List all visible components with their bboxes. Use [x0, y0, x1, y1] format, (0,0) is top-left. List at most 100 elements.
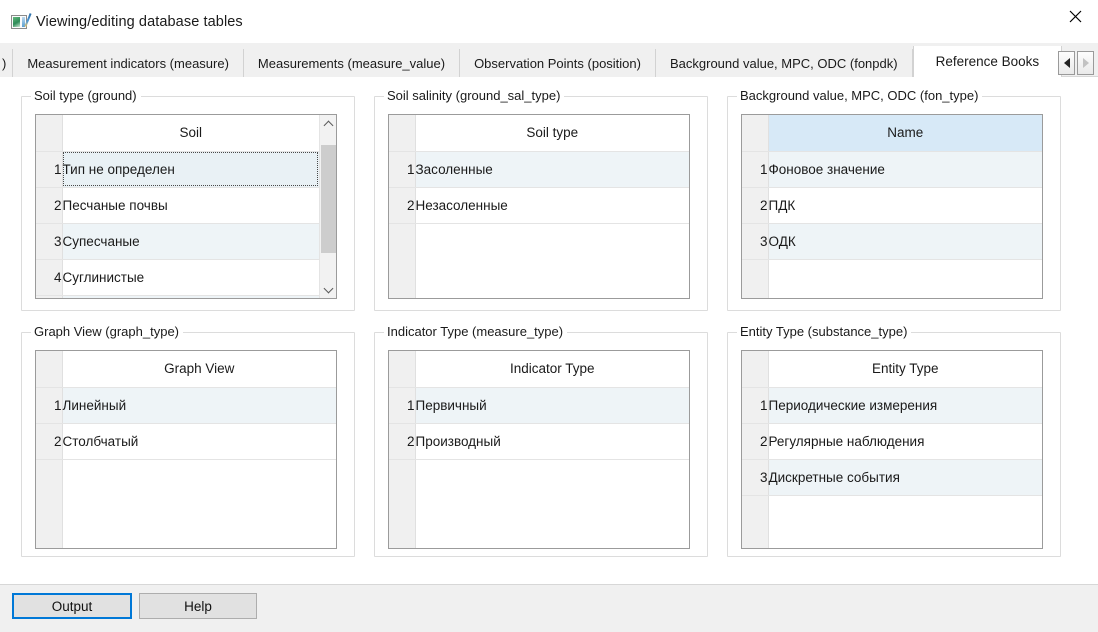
- panel-title: Soil salinity (ground_sal_type): [384, 88, 565, 103]
- panel-fon_type: Background value, MPC, ODC (fon_type) Nam…: [718, 83, 1070, 319]
- table-cell[interactable]: Первичный: [415, 387, 689, 424]
- table-corner-header[interactable]: [36, 115, 63, 152]
- table-cell[interactable]: Регулярные наблюдения: [768, 423, 1042, 460]
- scrollbar-thumb[interactable]: [320, 145, 336, 253]
- window-titlebar: Viewing/editing database tables: [0, 0, 1098, 44]
- table-row[interactable]: [36, 295, 319, 298]
- column-header[interactable]: Indicator Type: [415, 351, 689, 388]
- row-number[interactable]: 2: [36, 423, 63, 460]
- row-number[interactable]: [36, 295, 63, 298]
- row-number[interactable]: 2: [742, 187, 769, 224]
- table-measure_type[interactable]: Indicator Type 1 Первичный 2 Производный: [388, 350, 690, 549]
- table-corner-header[interactable]: [389, 351, 416, 388]
- column-header[interactable]: Graph View: [62, 351, 336, 388]
- window-title: Viewing/editing database tables: [36, 13, 243, 30]
- row-number[interactable]: 1: [36, 387, 63, 424]
- row-number[interactable]: 1: [389, 387, 416, 424]
- close-button[interactable]: [1052, 0, 1098, 32]
- table-row[interactable]: 2 Регулярные наблюдения: [742, 423, 1042, 460]
- tab-scroll-left-button[interactable]: [1058, 51, 1075, 75]
- table-cell[interactable]: Тип не определен: [62, 151, 319, 188]
- table-header-row: Entity Type: [742, 351, 1042, 388]
- row-number[interactable]: 2: [389, 187, 416, 224]
- table-corner-header[interactable]: [742, 115, 769, 152]
- table-row[interactable]: 1 Первичный: [389, 387, 689, 424]
- table-corner-header[interactable]: [36, 351, 63, 388]
- table-cell-empty: [62, 459, 336, 548]
- row-number[interactable]: 1: [742, 387, 769, 424]
- table-cell-empty: [415, 223, 689, 298]
- table-row[interactable]: 3 Дискретные события: [742, 459, 1042, 496]
- column-header[interactable]: Name: [768, 115, 1042, 152]
- table-row[interactable]: 1 Тип не определен: [36, 151, 319, 188]
- table-cell[interactable]: Незасоленные: [415, 187, 689, 224]
- row-number[interactable]: 3: [742, 459, 769, 496]
- table-row[interactable]: 1 Периодические измерения: [742, 387, 1042, 424]
- table-cell[interactable]: ПДК: [768, 187, 1042, 224]
- row-number[interactable]: 1: [389, 151, 416, 188]
- row-number[interactable]: 3: [742, 223, 769, 260]
- scroll-down-button[interactable]: [320, 281, 337, 298]
- help-button[interactable]: Help: [139, 593, 257, 619]
- table-row[interactable]: 2 Столбчатый: [36, 423, 336, 460]
- table-header-row: Name: [742, 115, 1042, 152]
- table-ground[interactable]: Soil 1 Тип не определен 2 Песчаные почвы 3 Суп…: [35, 114, 337, 299]
- table-cell[interactable]: Линейный: [62, 387, 336, 424]
- table-row[interactable]: 2 Песчаные почвы: [36, 187, 319, 224]
- table-cell[interactable]: Дискретные события: [768, 459, 1042, 496]
- panel-ground_sal_type: Soil salinity (ground_sal_type) Soil type…: [365, 83, 717, 319]
- row-number[interactable]: 2: [36, 187, 63, 224]
- table-corner-header[interactable]: [742, 351, 769, 388]
- table-cell[interactable]: ОДК: [768, 223, 1042, 260]
- tab-reference-books[interactable]: Reference Books: [912, 46, 1063, 77]
- tab-measurements-measure-value[interactable]: Measurements (measure_value): [243, 49, 461, 77]
- row-number[interactable]: 1: [742, 151, 769, 188]
- row-number[interactable]: 2: [742, 423, 769, 460]
- table-header-row: Soil: [36, 115, 319, 152]
- column-header[interactable]: Soil type: [415, 115, 689, 152]
- row-number[interactable]: 2: [389, 423, 416, 460]
- table-row[interactable]: 1 Фоновое значение: [742, 151, 1042, 188]
- column-header[interactable]: Entity Type: [768, 351, 1042, 388]
- table-row[interactable]: 1 Засоленные: [389, 151, 689, 188]
- table-empty-row: [742, 495, 1042, 548]
- table-cell[interactable]: Супесчаные: [62, 223, 319, 260]
- table-cell[interactable]: Производный: [415, 423, 689, 460]
- chevron-right-icon: [1082, 58, 1089, 68]
- tab-measurement-indicators-measure[interactable]: Measurement indicators (measure): [13, 49, 244, 77]
- column-header[interactable]: Soil: [62, 115, 319, 152]
- row-number[interactable]: 4: [36, 259, 63, 296]
- table-graph_type[interactable]: Graph View 1 Линейный 2 Столбчатый: [35, 350, 337, 549]
- tab-scroll-right-button[interactable]: [1077, 51, 1094, 75]
- table-row[interactable]: 4 Суглинистые: [36, 259, 319, 296]
- table-row[interactable]: 1 Линейный: [36, 387, 336, 424]
- table-substance_type[interactable]: Entity Type 1 Периодические измерения 2 Регу…: [741, 350, 1043, 549]
- table-row[interactable]: 2 Незасоленные: [389, 187, 689, 224]
- vertical-scrollbar[interactable]: [319, 115, 336, 298]
- table-cell[interactable]: Периодические измерения: [768, 387, 1042, 424]
- table-row[interactable]: 2 ПДК: [742, 187, 1042, 224]
- row-number[interactable]: 1: [36, 151, 63, 188]
- table-row[interactable]: 3 ОДК: [742, 223, 1042, 260]
- table-cell-empty: [415, 459, 689, 548]
- table-cell[interactable]: [62, 295, 319, 298]
- scroll-up-button[interactable]: [320, 115, 337, 132]
- table-cell[interactable]: Песчаные почвы: [62, 187, 319, 224]
- table-row[interactable]: 2 Производный: [389, 423, 689, 460]
- table-row[interactable]: 3 Супесчаные: [36, 223, 319, 260]
- table-empty-row: [389, 459, 689, 548]
- table-cell[interactable]: Фоновое значение: [768, 151, 1042, 188]
- table-cell[interactable]: Суглинистые: [62, 259, 319, 296]
- output-button[interactable]: Output: [12, 593, 132, 619]
- table-cell[interactable]: Столбчатый: [62, 423, 336, 460]
- table-cell[interactable]: Засоленные: [415, 151, 689, 188]
- tab-[interactable]: ): [0, 49, 14, 77]
- tab-observation-points-position[interactable]: Observation Points (position): [460, 49, 656, 77]
- table-ground_sal_type[interactable]: Soil type 1 Засоленные 2 Незасоленные: [388, 114, 690, 299]
- table-fon_type[interactable]: Name 1 Фоновое значение 2 ПДК 3 ОДК: [741, 114, 1043, 299]
- table-corner-header[interactable]: [389, 115, 416, 152]
- tab-background-value-mpc-odc-fonpdk[interactable]: Background value, MPC, ODC (fonpdk): [655, 49, 913, 77]
- table-header-row: Soil type: [389, 115, 689, 152]
- row-number[interactable]: 3: [36, 223, 63, 260]
- scrollbar-track[interactable]: [320, 132, 337, 281]
